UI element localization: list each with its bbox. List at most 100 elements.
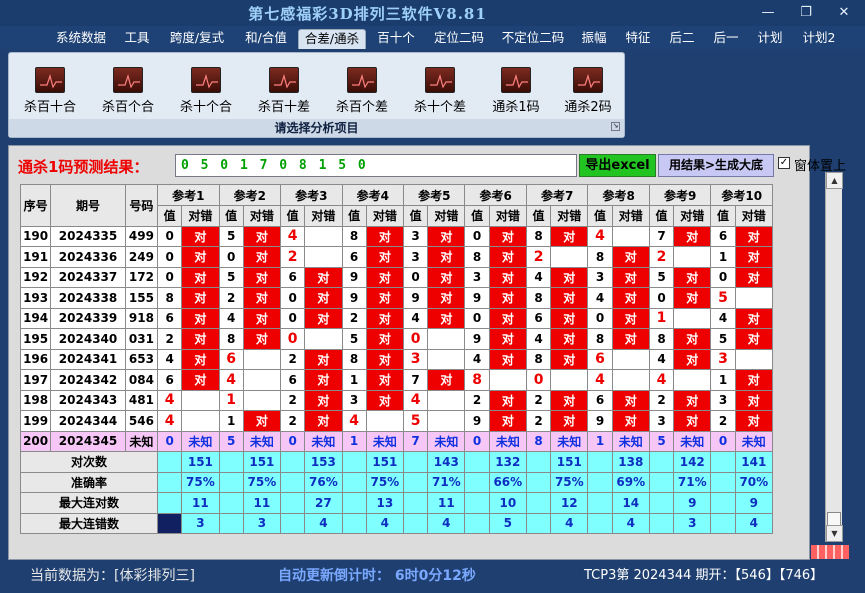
chart-icon — [347, 67, 377, 93]
status-countdown: 自动更新倒计时： 6时0分12秒 — [278, 568, 476, 584]
cell-value: 3 — [710, 348, 736, 370]
expand-icon[interactable]: ↘ — [611, 122, 620, 131]
cell-result: 对 — [550, 328, 589, 350]
cell-result: 对 — [365, 389, 405, 411]
cell-result: 对 — [181, 369, 220, 391]
kill-ten-one-sum-button[interactable]: 杀十个合 — [168, 67, 244, 117]
menu-item-plan2[interactable]: 计划2 — [796, 29, 842, 49]
cell-value: 0 — [218, 246, 244, 268]
close-button[interactable]: ✕ — [833, 4, 855, 21]
menu-item-nonpos-two[interactable]: 不定位二码 — [498, 29, 568, 49]
cell-result: 对 — [242, 287, 282, 309]
menu-item-last-two[interactable]: 后二 — [664, 29, 700, 49]
stat-value: 75% — [365, 471, 405, 493]
cell-result: 对 — [242, 410, 282, 432]
stat-spacer — [464, 471, 490, 493]
stat-value: 5 — [488, 512, 527, 534]
cell-result: 对 — [550, 287, 589, 309]
stat-spacer — [648, 492, 675, 514]
dc-header: 对错 — [734, 205, 774, 227]
kill-hundred-one-diff-button[interactable]: 杀百个差 — [324, 67, 400, 117]
cell-id: 198 — [19, 389, 52, 411]
cell-value: 2 — [280, 410, 306, 432]
menu-item-pos-two[interactable]: 定位二码 — [428, 29, 490, 49]
dc-header: 对错 — [304, 205, 343, 227]
kill-hundred-ten-diff-button[interactable]: 杀百十差 — [246, 67, 322, 117]
stat-spacer — [710, 492, 736, 514]
ribbon-label: 杀百个合 — [101, 100, 154, 115]
cell-num: 481 — [124, 389, 159, 411]
table-row[interactable]: 198 2024343 481 4 1 2 对 3 对 4 2 对 2 对 6 对 2 对 3 对 — [19, 389, 774, 411]
cell-result: 对 — [304, 287, 343, 309]
export-excel-button[interactable]: 导出excel — [579, 154, 656, 177]
menu-item-tools[interactable]: 工具 — [118, 29, 156, 49]
menu-item-amplitude[interactable]: 振幅 — [576, 29, 612, 49]
cell-id: 194 — [19, 307, 52, 329]
cell-id: 200 — [19, 430, 52, 452]
col-header-period: 期号 — [50, 184, 126, 227]
chart-icon — [35, 67, 65, 93]
menu-item-system-data[interactable]: 系统数据 — [50, 29, 112, 49]
predict-row[interactable]: 200 2024345 未知 0 未知 5 未知 0 未知 1 未知 7 未知 0 未知 8 未知 1 未知 5 未知 0… — [19, 430, 774, 452]
table-row[interactable]: 197 2024342 084 6 对 4 6 对 1 对 7 对 8 0 4 4 1 对 — [19, 369, 774, 391]
cell-id: 196 — [19, 348, 52, 370]
val-header: 值 — [402, 205, 429, 227]
cell-value: 0 — [648, 287, 675, 309]
table-row[interactable]: 192 2024337 172 0 对 5 对 6 对 9 对 0 对 3 对 4 对 3 对 5 对 0 对 — [19, 266, 774, 288]
kill-hundred-ten-sum-button[interactable]: 杀百十合 — [12, 67, 88, 117]
menu-item-span[interactable]: 跨度/复式 — [162, 29, 232, 49]
cell-value: 9 — [341, 287, 367, 309]
topmost-checkbox[interactable]: ✓ — [778, 157, 790, 169]
cell-result — [304, 328, 343, 350]
scroll-down-icon[interactable]: ▼ — [826, 525, 843, 542]
table-row[interactable]: 191 2024336 249 0 对 0 对 2 6 对 3 对 8 对 2 8 对 2 1 对 — [19, 246, 774, 268]
restore-button[interactable]: ❐ — [795, 4, 817, 21]
ref-header: 参考9 — [648, 184, 712, 206]
table-row[interactable]: 190 2024335 499 0 对 5 对 4 8 对 3 对 0 对 8 对 4 7 对 6 对 — [19, 225, 774, 247]
table-row[interactable]: 194 2024339 918 6 对 4 对 0 对 2 对 4 对 0 对 6 对 0 对 1 4 对 — [19, 307, 774, 329]
cell-value: 6 — [157, 369, 183, 391]
menu-item-plan[interactable]: 计划 — [752, 29, 788, 49]
vertical-scrollbar[interactable]: ▲ ▼ — [825, 172, 843, 542]
cell-result — [673, 369, 712, 391]
kill-hundred-one-sum-button[interactable]: 杀百个合 — [90, 67, 166, 117]
cell-period: 2024335 — [50, 225, 126, 247]
menu-item-kill[interactable]: 合差/通杀 — [298, 29, 366, 49]
minimize-button[interactable]: — — [757, 4, 779, 21]
table-row[interactable]: 199 2024344 546 4 1 对 2 对 4 5 9 对 2 对 9 对 3 对 2 对 — [19, 410, 774, 432]
menu-item-feature[interactable]: 特征 — [620, 29, 656, 49]
table-row[interactable]: 195 2024340 031 2 对 8 对 0 5 对 0 9 对 4 对 8 对 8 对 5 对 — [19, 328, 774, 350]
scroll-thumb[interactable] — [827, 512, 841, 526]
stat-spacer — [157, 512, 183, 534]
stat-value: 75% — [181, 471, 220, 493]
kill-two-code-button[interactable]: 通杀2码 — [550, 67, 626, 117]
cell-value: 1 — [341, 369, 367, 391]
generate-base-button[interactable]: 用结果>生成大底 — [658, 154, 774, 177]
stat-value: 142 — [673, 451, 712, 473]
cell-value: 8 — [525, 430, 552, 452]
scroll-up-icon[interactable]: ▲ — [826, 172, 843, 189]
table-row[interactable]: 196 2024341 653 4 对 6 2 对 8 对 3 4 对 8 对 6 4 对 3 — [19, 348, 774, 370]
cell-value: 6 — [280, 369, 306, 391]
kill-one-code-button[interactable]: 通杀1码 — [478, 67, 554, 117]
cell-value: 7 — [402, 369, 429, 391]
cell-value: 9 — [402, 287, 429, 309]
cell-result: 对 — [304, 389, 343, 411]
table-row[interactable]: 193 2024338 155 8 对 2 对 0 对 9 对 9 对 9 对 8 对 4 对 0 对 5 — [19, 287, 774, 309]
cell-result: 对 — [242, 225, 282, 247]
menu-item-sum[interactable]: 和/合值 — [238, 29, 294, 49]
stat-spacer — [157, 451, 183, 473]
kill-ten-one-diff-button[interactable]: 杀十个差 — [402, 67, 478, 117]
cell-value: 9 — [464, 287, 490, 309]
cell-value: 2 — [710, 410, 736, 432]
cell-value: 5 — [648, 430, 675, 452]
cell-value: 4 — [648, 348, 675, 370]
stat-spacer — [710, 512, 736, 534]
menu-item-position[interactable]: 百十个 — [372, 29, 420, 49]
stat-spacer — [402, 471, 429, 493]
result-value-field[interactable]: 0 5 0 1 7 0 8 1 5 0 — [175, 154, 577, 177]
cell-value: 0 — [157, 225, 183, 247]
cell-id: 192 — [19, 266, 52, 288]
menu-item-last-one[interactable]: 后一 — [708, 29, 744, 49]
val-header: 值 — [648, 205, 675, 227]
